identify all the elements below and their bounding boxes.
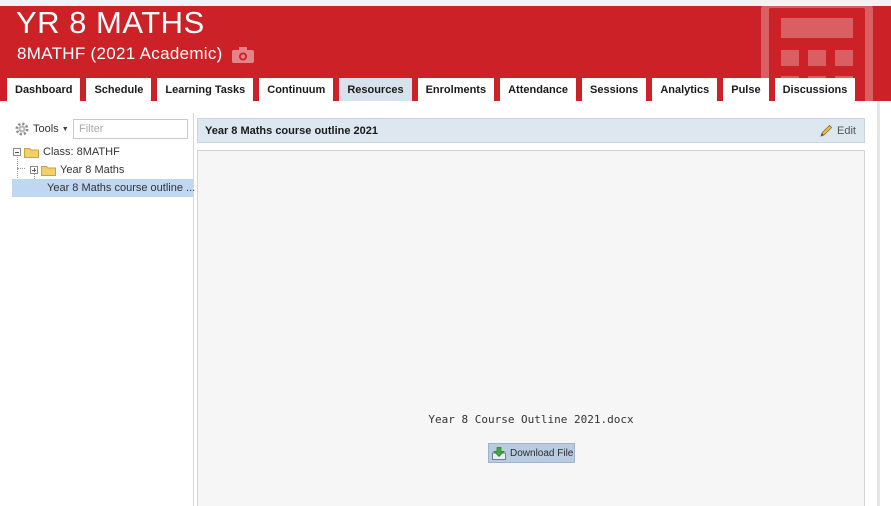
tree-item-label: Year 8 Maths course outline ... xyxy=(47,182,196,194)
scrollbar-track[interactable] xyxy=(877,101,880,506)
tab-enrolments[interactable]: Enrolments xyxy=(417,78,495,101)
course-header: YR 8 MATHS 8MATHF (2021 Academic) Dashbo… xyxy=(0,0,891,101)
tree-connector xyxy=(17,168,25,169)
tree-item-label: Class: 8MATHF xyxy=(43,146,120,158)
tab-continuum[interactable]: Continuum xyxy=(259,78,334,101)
tree-item-folder[interactable]: Year 8 Maths xyxy=(30,161,124,179)
tab-learning-tasks[interactable]: Learning Tasks xyxy=(157,78,254,101)
pencil-icon xyxy=(820,124,833,137)
tree-item-label: Year 8 Maths xyxy=(60,164,125,176)
tab-dashboard[interactable]: Dashboard xyxy=(7,78,81,101)
course-subtitle: 8MATHF (2021 Academic) xyxy=(17,44,223,63)
tab-discussions[interactable]: Discussions xyxy=(774,78,856,101)
file-name: Year 8 Course Outline 2021.docx xyxy=(428,413,634,426)
tab-analytics[interactable]: Analytics xyxy=(652,78,718,101)
download-icon xyxy=(492,446,506,460)
tools-menu-button[interactable]: Tools ▼ xyxy=(14,120,69,138)
document-preview-panel: Year 8 Course Outline 2021.docx Download… xyxy=(197,150,865,506)
download-file-button[interactable]: Download File xyxy=(488,443,575,463)
tree-item-document[interactable]: Year 8 Maths course outline ... xyxy=(12,179,196,197)
filter-input[interactable] xyxy=(73,119,188,139)
tab-sessions[interactable]: Sessions xyxy=(582,78,647,101)
folder-icon xyxy=(41,165,56,176)
caret-down-icon: ▼ xyxy=(61,125,69,133)
page-title: YR 8 MATHS xyxy=(16,5,205,40)
tab-bar: Dashboard Schedule Learning Tasks Contin… xyxy=(7,78,856,101)
tab-schedule[interactable]: Schedule xyxy=(86,78,152,101)
download-label: Download File xyxy=(510,447,574,459)
edit-button[interactable]: Edit xyxy=(819,122,856,140)
tab-pulse[interactable]: Pulse xyxy=(723,78,769,101)
collapse-toggle-icon[interactable] xyxy=(13,148,21,156)
edit-label: Edit xyxy=(837,125,856,137)
gear-icon xyxy=(15,122,29,136)
tree-item-class[interactable]: Class: 8MATHF xyxy=(13,143,120,161)
camera-icon[interactable] xyxy=(231,46,255,64)
tools-label: Tools xyxy=(33,123,59,135)
expand-toggle-icon[interactable] xyxy=(30,166,38,174)
tab-resources[interactable]: Resources xyxy=(339,78,412,101)
document-title: Year 8 Maths course outline 2021 xyxy=(205,125,379,137)
folder-icon xyxy=(24,147,39,158)
tab-attendance[interactable]: Attendance xyxy=(500,78,576,101)
document-header: Year 8 Maths course outline 2021 Edit xyxy=(197,118,865,143)
